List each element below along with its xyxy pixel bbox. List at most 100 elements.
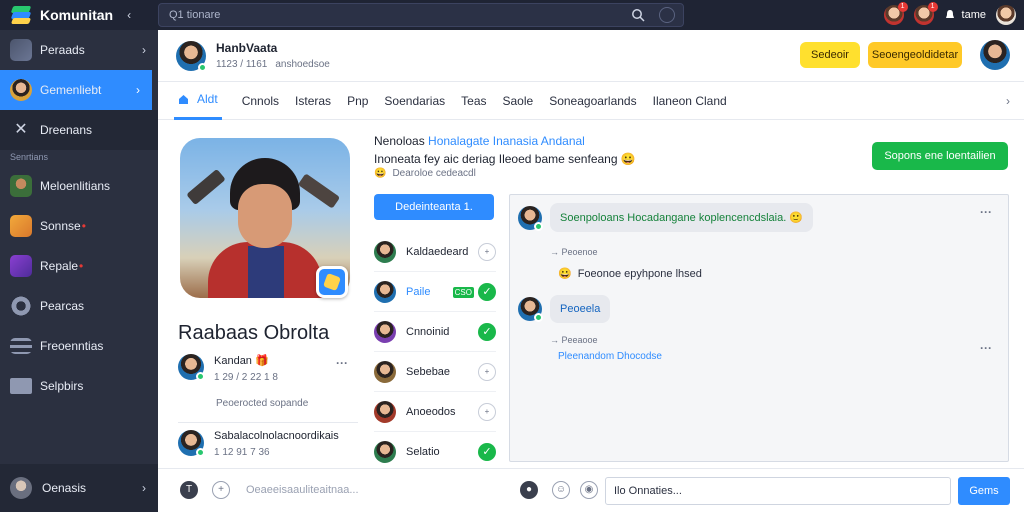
description-subtitle: Inoneata fey aic deriag Ileoed bame senf…: [374, 152, 636, 166]
text-format-icon[interactable]: T: [180, 481, 198, 499]
tab-bar: Aldt Cnnols Isteras Pnp Soendarias Teas …: [158, 82, 1024, 120]
profile-stats: 1123 / 1161: [216, 59, 268, 70]
more-options-icon[interactable]: ···: [336, 356, 348, 370]
list-item[interactable]: Cnnoinid ✓: [374, 312, 496, 352]
microphone-icon[interactable]: [659, 7, 675, 23]
tab-saole[interactable]: Saole: [503, 82, 534, 120]
smile-icon: 🙂: [789, 212, 804, 224]
list-item[interactable]: Selatio ✓: [374, 432, 496, 472]
list-item[interactable]: Sabalacolnolacnoordikais 1 12 91 7 36: [178, 430, 358, 460]
sidebar-item-meloenlitians[interactable]: Meloenlitians: [0, 166, 158, 206]
sidebar-item-label: Pearcas: [40, 299, 85, 313]
check-icon[interactable]: ✓: [478, 443, 496, 461]
list-item[interactable]: Kandan 🎁 1 29 / 2 22 1 8 ···: [178, 354, 358, 384]
tab-ilaneon-cland[interactable]: Ilaneon Cland: [653, 82, 727, 120]
sidebar-item-pearcas[interactable]: Pearcas: [0, 286, 158, 326]
avatar: [10, 477, 32, 499]
sidebar-item-selpbirs[interactable]: Selpbirs: [0, 366, 158, 406]
composer-placeholder[interactable]: Oeaeeisaauliteaitnaa...: [246, 484, 359, 496]
notification-avatar-1[interactable]: 1: [883, 2, 908, 25]
member-name: Anoeodos: [406, 406, 456, 418]
search-input[interactable]: Q1 tionare: [158, 3, 684, 27]
add-icon[interactable]: +: [212, 481, 230, 499]
collapse-sidebar-icon[interactable]: ‹: [127, 8, 131, 22]
crossed-swords-icon: ✕: [14, 121, 28, 138]
notification-avatar-2[interactable]: 1: [913, 2, 938, 25]
gear-icon: [10, 295, 32, 317]
list-item[interactable]: Paile CSO ✓: [374, 272, 496, 312]
header-button-primary[interactable]: Sedeoir: [800, 42, 860, 68]
sidebar-item-repale[interactable]: Repale •: [0, 246, 158, 286]
sidebar-account[interactable]: Oenasis ›: [0, 464, 158, 512]
avatar[interactable]: [980, 40, 1010, 70]
profile-handle: anshoedsoe: [275, 59, 330, 70]
tab-soendarias[interactable]: Soendarias: [384, 82, 445, 120]
sidebar-item-freoenntias[interactable]: Freoenntias: [0, 326, 158, 366]
status-badge: CSO: [452, 286, 474, 298]
message-bubble: Soenpoloans Hocadangane koplencencdslaia…: [550, 203, 814, 232]
tab-isteras[interactable]: Isteras: [295, 82, 331, 120]
top-right-actions: 1 1 tame: [883, 2, 1016, 27]
list-item[interactable]: Sebebae +: [374, 352, 496, 392]
reply-link[interactable]: Pleenandom Dhocodse: [558, 351, 662, 362]
chevron-right-icon: ›: [136, 83, 140, 97]
more-options-icon[interactable]: ···: [980, 341, 992, 355]
user-menu[interactable]: tame: [944, 9, 986, 21]
main-content: HanbVaata 1123 / 1161 anshoedsoe Sedeoir …: [158, 30, 1024, 512]
smile-icon: 😀: [620, 152, 636, 166]
add-icon[interactable]: +: [478, 403, 496, 421]
add-icon[interactable]: +: [478, 243, 496, 261]
more-options-icon[interactable]: ···: [980, 205, 992, 219]
tab-cnnols[interactable]: Cnnols: [242, 82, 279, 120]
tab-teas[interactable]: Teas: [461, 82, 486, 120]
list-icon: [10, 338, 32, 354]
game-badge-icon: [316, 266, 348, 298]
check-icon[interactable]: ✓: [478, 283, 496, 301]
notification-badge: 1: [897, 2, 908, 12]
message-bubble: Peoeela: [550, 295, 611, 323]
sidebar-item-gemenliebt[interactable]: Gemenliebt ›: [0, 70, 152, 110]
add-icon[interactable]: +: [478, 363, 496, 381]
search-icon[interactable]: [631, 8, 645, 22]
report-link[interactable]: Peoerocted sopande: [216, 398, 308, 409]
sidebar-item-label: Gemenliebt: [40, 83, 102, 97]
message-input[interactable]: Ilo Onnaties...: [605, 477, 951, 505]
sidebar-section-heading: Senrtians: [10, 152, 49, 162]
check-icon[interactable]: ✓: [478, 323, 496, 341]
record-icon[interactable]: ●: [520, 481, 538, 499]
avatar: [178, 430, 205, 457]
header-button-secondary[interactable]: Seoengeoldidetar: [868, 42, 962, 68]
avatar: [374, 401, 396, 423]
sidebar-item-sonnse[interactable]: Sonnse •: [0, 206, 158, 246]
sidebar-item-dreenans[interactable]: ✕ Dreenans: [0, 110, 158, 150]
green-action-button[interactable]: Sopons ene loentailien: [872, 142, 1008, 170]
attach-icon[interactable]: ◉: [580, 481, 598, 499]
list-item[interactable]: Anoeodos +: [374, 392, 496, 432]
avatar: [178, 354, 205, 381]
avatar[interactable]: [176, 40, 207, 72]
profile-avatar[interactable]: [996, 5, 1016, 25]
sidebar-item-label: Sonnse: [40, 219, 81, 233]
brand[interactable]: Komunitan ‹: [0, 5, 158, 25]
sidebar-item-peraads[interactable]: Peraads ›: [0, 30, 158, 70]
chevron-right-icon[interactable]: ›: [1006, 94, 1010, 108]
sidebar-item-label: Repale: [40, 259, 79, 273]
chevron-right-icon: ›: [142, 481, 146, 495]
sidebar-item-label: Meloenlitians: [40, 179, 111, 193]
send-button[interactable]: Gems: [958, 477, 1010, 505]
sidebar-item-label: Selpbirs: [40, 379, 84, 393]
chevron-right-icon: ›: [142, 43, 146, 57]
avatar: [374, 321, 396, 343]
primary-action-button[interactable]: Dedeinteanta 1.: [374, 194, 494, 220]
user-name: Kandan: [214, 355, 252, 367]
layers-logo-icon: [10, 5, 32, 25]
gift-icon: 🎁: [255, 355, 269, 367]
reply-label: → Peeaooe: [550, 335, 598, 345]
emoji-icon[interactable]: ☺: [552, 481, 570, 499]
list-item[interactable]: Kaldaedeard +: [374, 232, 496, 272]
character-icon: [10, 175, 32, 197]
tab-pnp[interactable]: Pnp: [347, 82, 368, 120]
tab-home[interactable]: Aldt: [174, 82, 222, 120]
member-name: Kaldaedeard: [406, 246, 469, 258]
tab-soneagoarlands[interactable]: Soneagoarlands: [549, 82, 636, 120]
